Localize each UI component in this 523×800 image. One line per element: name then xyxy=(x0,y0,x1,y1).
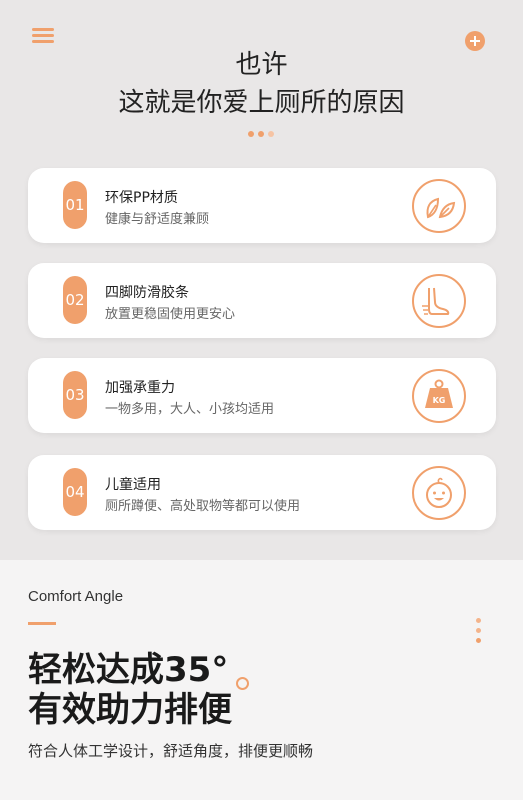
feature-title: 儿童适用 xyxy=(105,477,161,493)
feature-title: 四脚防滑胶条 xyxy=(105,285,189,301)
feature-card-4: 04 儿童适用 厕所蹲便、高处取物等都可以使用 xyxy=(28,455,496,530)
feature-title: 加强承重力 xyxy=(105,380,175,396)
accent-divider xyxy=(28,622,56,625)
vertical-dots-icon xyxy=(476,618,482,646)
hamburger-menu-icon[interactable] xyxy=(32,28,54,44)
decorative-ring xyxy=(236,677,249,690)
foot-icon xyxy=(412,274,466,328)
feature-number: 02 xyxy=(63,276,87,324)
feature-number: 03 xyxy=(63,371,87,419)
page-title-line1: 也许 xyxy=(235,50,288,80)
feature-description: 健康与舒适度兼顾 xyxy=(105,212,210,227)
feature-description: 放置更稳固使用更安心 xyxy=(105,307,236,322)
page-title-line2: 这就是你爱上厕所的原因 xyxy=(118,88,405,118)
baby-face-icon xyxy=(412,466,466,520)
features-section: 也许 这就是你爱上厕所的原因 01 环保PP材质 健康与舒适度兼顾 02 四脚防… xyxy=(0,0,523,560)
feature-card-2: 02 四脚防滑胶条 放置更稳固使用更安心 xyxy=(28,263,496,338)
weight-kg-icon: KG xyxy=(412,369,466,423)
comfort-subtitle: Comfort Angle xyxy=(28,588,124,605)
leaf-icon xyxy=(412,179,466,233)
weight-kg-label: KG xyxy=(433,396,446,405)
comfort-section: Comfort Angle 轻松达成35° 有效助力排便 符合人体工学设计，舒适… xyxy=(0,560,523,800)
comfort-description: 符合人体工学设计，舒适角度，排便更顺畅 xyxy=(28,742,314,760)
feature-card-3: 03 加强承重力 一物多用，大人、小孩均适用 KG xyxy=(28,358,496,433)
feature-description: 一物多用，大人、小孩均适用 xyxy=(105,402,275,417)
comfort-headline-line2: 有效助力排便 xyxy=(28,690,232,730)
feature-description: 厕所蹲便、高处取物等都可以使用 xyxy=(105,499,301,514)
feature-card-1: 01 环保PP材质 健康与舒适度兼顾 xyxy=(28,168,496,243)
feature-title: 环保PP材质 xyxy=(105,190,178,206)
feature-number: 01 xyxy=(63,181,87,229)
feature-number: 04 xyxy=(63,468,87,516)
carousel-dots xyxy=(248,131,278,137)
